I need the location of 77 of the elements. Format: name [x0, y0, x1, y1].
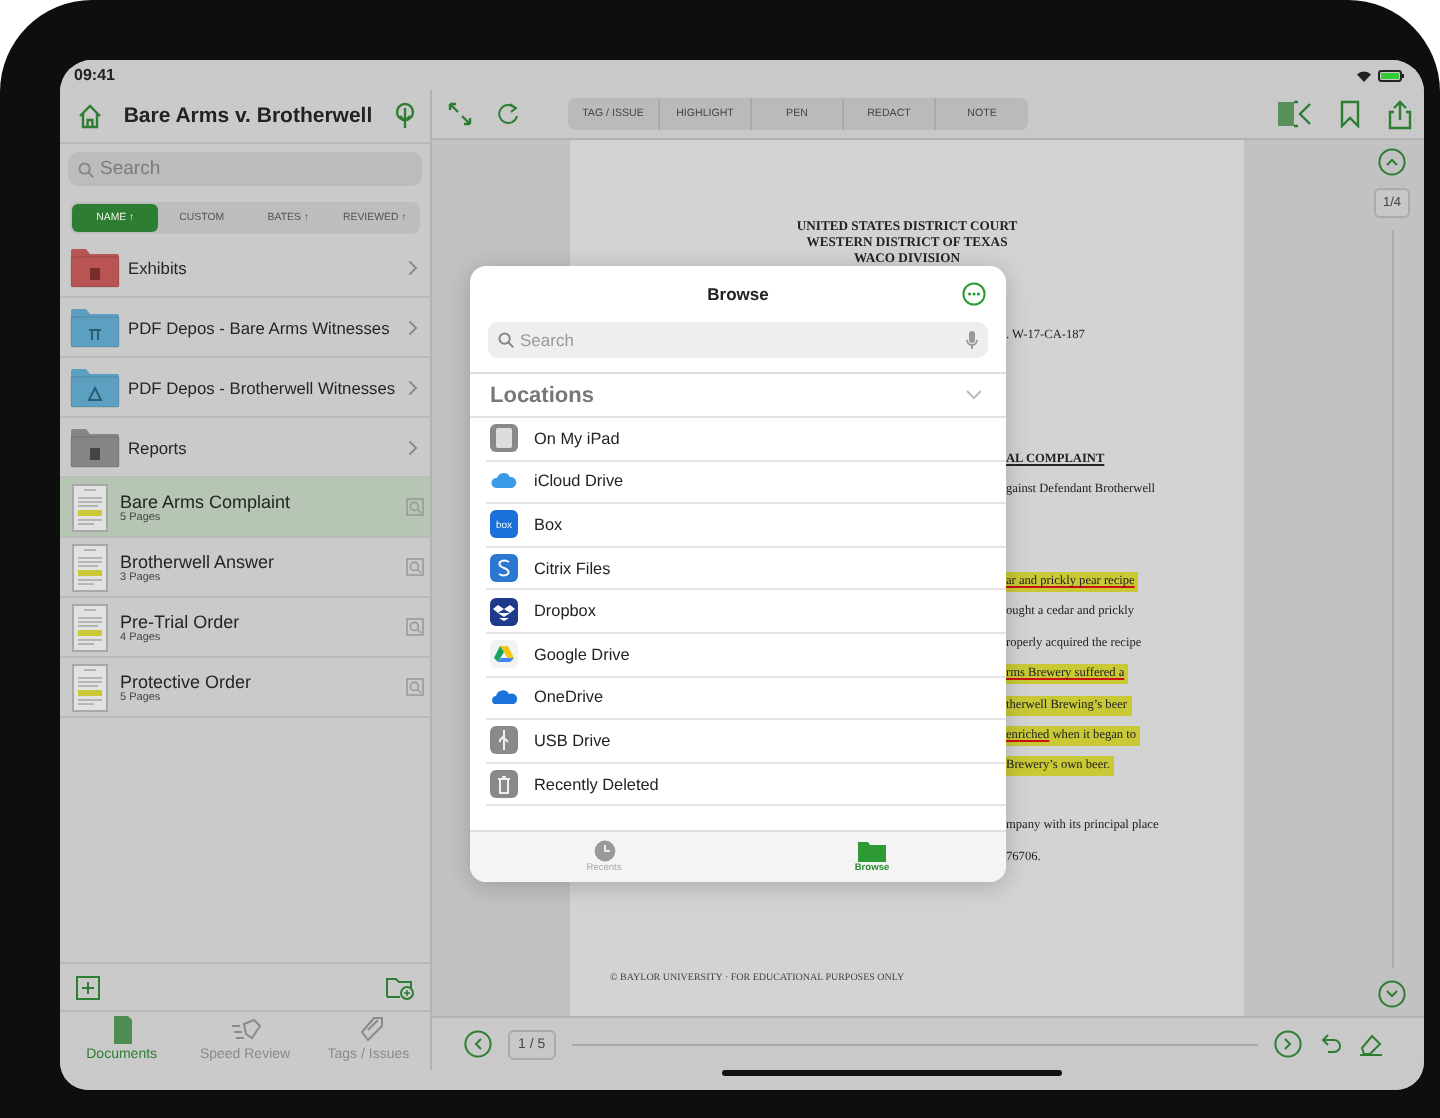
add-icon[interactable] — [76, 975, 100, 999]
search-icon — [498, 332, 514, 348]
scroll-down-icon[interactable] — [1378, 980, 1406, 1008]
location-row[interactable]: iCloud Drive — [486, 461, 1006, 505]
folder-row[interactable]: PDF Depos - Brotherwell Witnesses — [60, 358, 430, 418]
location-name: Box — [534, 515, 563, 534]
chevron-icon — [408, 319, 418, 335]
triangle-logo-icon — [490, 640, 518, 669]
location-name: Recently Deleted — [534, 775, 659, 794]
chevron-icon — [408, 259, 418, 275]
folder-row[interactable]: PDF Depos - Bare Arms Witnesses — [60, 298, 430, 358]
folder-name: Reports — [128, 437, 189, 457]
location-row[interactable]: Recently Deleted — [486, 763, 1006, 807]
tablet-icon — [490, 424, 518, 453]
document-thumbnail — [72, 483, 108, 531]
search-field[interactable]: Search — [520, 330, 960, 350]
document-thumbnail — [72, 543, 108, 591]
split-view-icon[interactable] — [1276, 100, 1312, 128]
chevron-icon — [408, 439, 418, 455]
folder-name: Exhibits — [128, 257, 189, 277]
document-name: Protective Order — [120, 671, 254, 691]
location-row[interactable]: OneDrive — [486, 677, 1006, 721]
chevron-icon[interactable] — [966, 390, 982, 400]
preview-icon[interactable] — [406, 498, 424, 516]
preview-icon[interactable] — [406, 558, 424, 576]
share-icon[interactable] — [1388, 99, 1412, 129]
more-icon[interactable] — [962, 282, 986, 306]
folder-name: PDF Depos - Brotherwell Witnesses — [128, 377, 398, 397]
document-name: Brotherwell Answer — [120, 551, 277, 571]
add-folder-icon[interactable] — [386, 975, 414, 999]
chevron-icon — [408, 379, 418, 395]
usb-icon — [490, 726, 518, 755]
eraser-icon[interactable] — [1358, 1032, 1384, 1056]
rotate-icon[interactable] — [496, 102, 520, 126]
preview-icon[interactable] — [406, 678, 424, 696]
location-row[interactable]: USB Drive — [486, 720, 1006, 764]
document-name: Pre-Trial Order — [120, 611, 242, 631]
bookmark-icon[interactable] — [1340, 100, 1360, 128]
folder-icon — [858, 840, 886, 862]
location-name: USB Drive — [534, 731, 611, 750]
scroll-up-icon[interactable] — [1378, 148, 1406, 176]
section-title: Locations — [490, 383, 594, 407]
search-field[interactable]: Search — [100, 158, 412, 180]
next-page-icon[interactable] — [1274, 1030, 1302, 1058]
search-bar[interactable]: Search — [68, 152, 422, 186]
location-name: On My iPad — [534, 429, 620, 448]
document-thumbnail — [72, 663, 108, 711]
search-bar[interactable]: Search — [488, 322, 988, 358]
expand-icon[interactable] — [448, 102, 472, 126]
home-icon[interactable] — [76, 102, 104, 130]
location-name: Google Drive — [534, 645, 630, 664]
open-box-icon — [490, 597, 518, 626]
location-row[interactable]: Dropbox — [486, 590, 1006, 634]
s-logo-icon — [490, 554, 518, 583]
document-thumbnail — [72, 603, 108, 651]
location-name: OneDrive — [534, 688, 604, 707]
dialog-title: Browse — [707, 284, 769, 304]
location-row[interactable]: Citrix Files — [486, 547, 1006, 591]
clock-icon — [593, 840, 615, 862]
location-name: Citrix Files — [534, 559, 611, 578]
trash-icon — [490, 770, 518, 799]
status-time: 09:41 — [74, 66, 115, 84]
search-icon — [78, 161, 94, 177]
undo-icon[interactable] — [1318, 1032, 1342, 1056]
location-row[interactable]: Google Drive — [486, 633, 1006, 678]
battery-icon — [1378, 69, 1404, 81]
microphone-icon[interactable] — [966, 330, 978, 350]
wifi-icon — [1356, 69, 1372, 81]
document-name: Bare Arms Complaint — [120, 491, 293, 511]
folder-name: PDF Depos - Bare Arms Witnesses — [128, 317, 392, 337]
location-row[interactable]: On My iPad — [486, 418, 1006, 462]
preview-icon[interactable] — [406, 618, 424, 636]
case-title: Bare Arms v. Brotherwell — [123, 104, 373, 128]
folder-row[interactable]: Exhibits — [60, 238, 430, 298]
location-name: Dropbox — [534, 602, 596, 621]
location-name: iCloud Drive — [534, 472, 624, 491]
previous-page-icon[interactable] — [464, 1030, 492, 1058]
